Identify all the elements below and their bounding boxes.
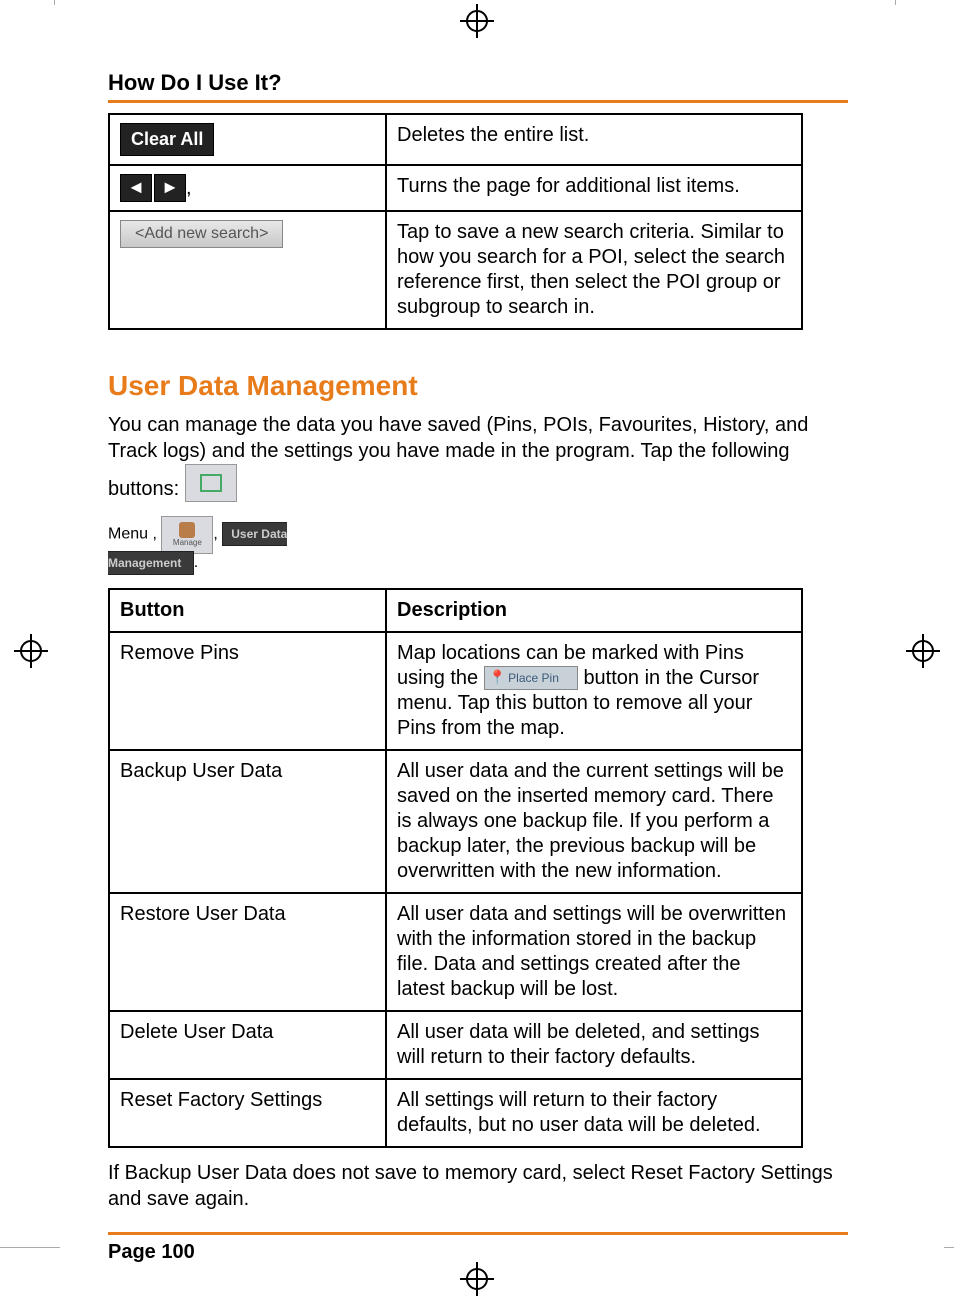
cell-button-name: Backup User Data [109, 750, 386, 893]
next-page-icon[interactable]: ► [154, 174, 186, 202]
table-row: Restore User Data All user data and sett… [109, 893, 802, 1011]
manage-icon [179, 522, 195, 538]
crop-mark-bottom [0, 1247, 60, 1248]
table-header-row: Button Description [109, 589, 802, 632]
crop-mark-top [54, 0, 896, 5]
manage-label: Manage [173, 538, 202, 547]
cell-button-name: Remove Pins [109, 632, 386, 750]
menu-icon [200, 474, 222, 492]
footer-note: If Backup User Data does not save to mem… [108, 1160, 848, 1212]
place-pin-label: Place Pin [508, 671, 559, 685]
footer-rule [108, 1232, 848, 1235]
intro-paragraph: You can manage the data you have saved (… [108, 412, 848, 502]
clear-all-button[interactable]: Clear All [120, 123, 214, 156]
header-rule [108, 100, 848, 103]
page-header: How Do I Use It? [108, 70, 848, 96]
crop-mark-bottom [944, 1247, 954, 1248]
page-nav-buttons: ◄ ► [120, 174, 186, 202]
table-row: Clear All Deletes the entire list. [109, 114, 802, 165]
cell-button-name: Restore User Data [109, 893, 386, 1011]
table-row: <Add new search> Tap to save a new searc… [109, 211, 802, 329]
cell-desc: Tap to save a new search criteria. Simil… [386, 211, 802, 329]
cell-desc: All settings will return to their factor… [386, 1079, 802, 1147]
cell-button-name: Delete User Data [109, 1011, 386, 1079]
pin-icon: 📍 [489, 669, 506, 685]
cell-desc: All user data and settings will be overw… [386, 893, 802, 1011]
cell-desc: All user data will be deleted, and setti… [386, 1011, 802, 1079]
menu-label: Menu [108, 525, 148, 542]
page-number: Page 100 [108, 1241, 848, 1264]
page: How Do I Use It? Clear All Deletes the e… [0, 0, 954, 1298]
table-row: Backup User Data All user data and the c… [109, 750, 802, 893]
table-row: Delete User Data All user data will be d… [109, 1011, 802, 1079]
user-data-table: Button Description Remove Pins Map locat… [108, 588, 803, 1148]
registration-mark-icon [466, 1268, 488, 1290]
registration-mark-icon [912, 640, 934, 662]
cell-desc: All user data and the current settings w… [386, 750, 802, 893]
cell-button-name: Reset Factory Settings [109, 1079, 386, 1147]
controls-table: Clear All Deletes the entire list. ◄ ► ,… [108, 113, 803, 330]
place-pin-button[interactable]: 📍Place Pin [484, 666, 578, 690]
table-row: Reset Factory Settings All settings will… [109, 1079, 802, 1147]
header-button: Button [109, 589, 386, 632]
cell-desc: Map locations can be marked with Pins us… [386, 632, 802, 750]
registration-mark-icon [466, 10, 488, 32]
table-row: ◄ ► , Turns the page for additional list… [109, 165, 802, 211]
udm-line1: User Data [231, 527, 287, 541]
add-new-search-button[interactable]: <Add new search> [120, 220, 283, 248]
header-description: Description [386, 589, 802, 632]
manage-button[interactable]: Manage [161, 516, 213, 554]
cell-desc: Deletes the entire list. [386, 114, 802, 165]
table-row: Remove Pins Map locations can be marked … [109, 632, 802, 750]
section-title: User Data Management [108, 370, 848, 402]
registration-mark-icon [20, 640, 42, 662]
menu-button[interactable] [185, 464, 237, 502]
udm-line2: Management [108, 556, 181, 570]
separator-comma: , [186, 176, 192, 198]
prev-page-icon[interactable]: ◄ [120, 174, 152, 202]
cell-desc: Turns the page for additional list items… [386, 165, 802, 211]
